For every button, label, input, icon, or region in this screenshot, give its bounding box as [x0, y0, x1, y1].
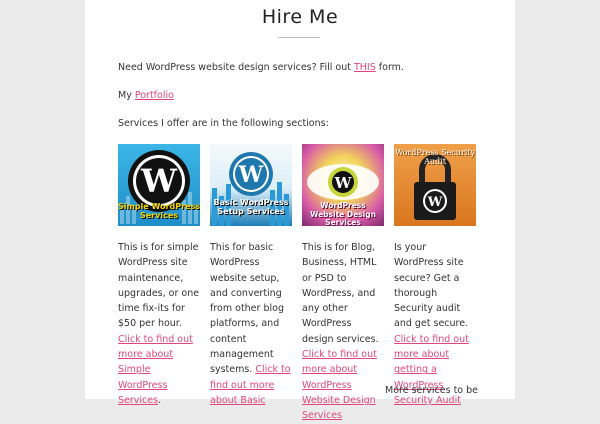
svg-text:W: W: [427, 195, 443, 210]
service-description: This is for simple WordPress site mainte…: [118, 240, 200, 408]
intro-text: Need WordPress website design services? …: [118, 62, 354, 73]
service-description: This is for Blog, Business, HTML or PSD …: [302, 240, 384, 424]
service-description: This for basic WordPress website setup, …: [210, 240, 292, 408]
service-suffix: .: [158, 394, 162, 406]
more-services-text: More services to be: [385, 385, 479, 396]
service-column: W WordPress Security Audit Is your WordP…: [394, 144, 476, 408]
service-image-caption: Simple WordPress Services: [118, 202, 200, 221]
portfolio-link[interactable]: Portfolio: [135, 90, 174, 101]
service-image-basic[interactable]: W Basic WordPress Setup Services: [210, 144, 292, 226]
service-column: W Basic WordPress Setup Services This fo…: [210, 144, 292, 408]
service-image-caption: Basic WordPress Setup Services: [213, 198, 289, 217]
title-divider: [278, 37, 320, 38]
service-description: Is your WordPress site secure? Get a tho…: [394, 240, 476, 408]
service-image-simple[interactable]: W Simple WordPress Services: [118, 144, 200, 226]
service-column: W WordPress Website Design Services This…: [302, 144, 384, 424]
svg-text:W: W: [140, 162, 178, 200]
portfolio-prefix: My: [118, 90, 135, 101]
service-column: W Simple WordPress Services This is for …: [118, 144, 200, 408]
service-link-design[interactable]: Click to find out more about WordPress W…: [302, 349, 377, 421]
service-text: This for basic WordPress website setup, …: [210, 242, 284, 376]
service-text: This is for Blog, Business, HTML or PSD …: [302, 242, 379, 345]
services-intro: Services I offer are in the following se…: [118, 118, 329, 129]
intro-paragraph: Need WordPress website design services? …: [118, 62, 404, 73]
service-image-design[interactable]: W WordPress Website Design Services: [302, 144, 384, 226]
service-text: This is for simple WordPress site mainte…: [118, 242, 200, 330]
svg-text:W: W: [334, 174, 353, 192]
page-title: Hire Me: [261, 6, 339, 28]
service-text: Is your WordPress site secure? Get a tho…: [394, 242, 469, 330]
portfolio-paragraph: My Portfolio: [118, 90, 174, 101]
service-image-caption: WordPress Website Design Services: [310, 201, 376, 226]
content-page: Hire Me Need WordPress website design se…: [85, 0, 515, 421]
svg-text:W: W: [238, 162, 264, 188]
form-link[interactable]: THIS: [354, 62, 376, 73]
service-image-security[interactable]: W WordPress Security Audit: [394, 144, 476, 226]
service-image-caption: WordPress Security Audit: [394, 148, 476, 167]
intro-suffix: form.: [375, 62, 404, 73]
service-link-simple[interactable]: Click to find out more about Simple Word…: [118, 334, 193, 406]
